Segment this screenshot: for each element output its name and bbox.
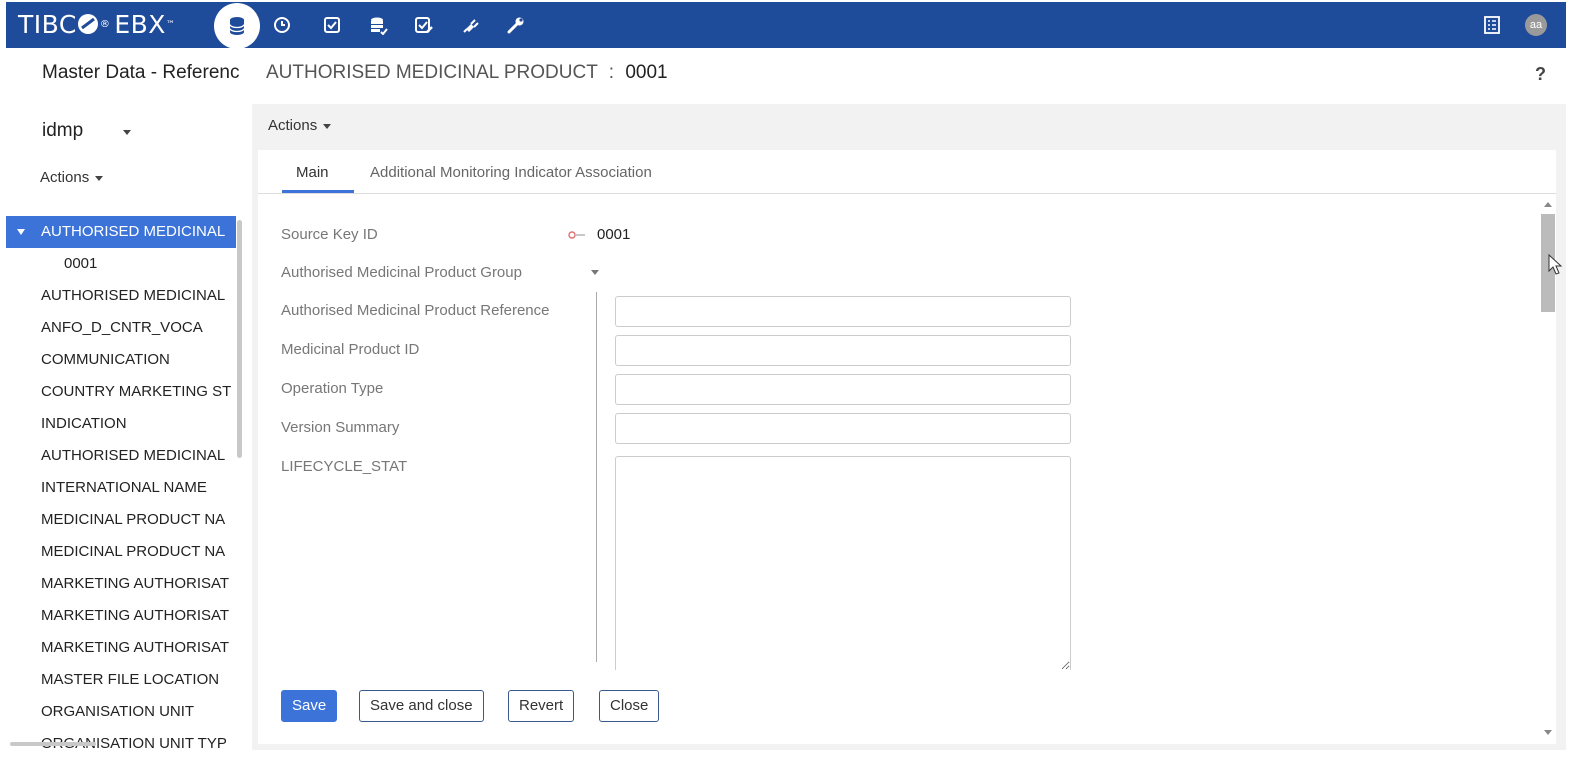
caret-down-icon: [323, 123, 332, 129]
form-vertical-scrollbar[interactable]: [1540, 194, 1556, 744]
sidebar-horizontal-scrollbar[interactable]: [10, 742, 96, 746]
page-title: AUTHORISED MEDICINAL PRODUCT : 0001: [266, 62, 668, 84]
plug-icon: [463, 19, 479, 33]
source-key-label: Source Key ID: [281, 226, 378, 243]
chevron-down-icon[interactable]: [123, 130, 131, 135]
caret-down-icon: [95, 175, 104, 181]
record-actions-menu[interactable]: Actions: [268, 117, 332, 134]
logo-reg: ®: [99, 19, 111, 30]
nav-workflow-button[interactable]: [406, 2, 442, 48]
logo-o-icon: [77, 14, 98, 34]
group-label: Authorised Medicinal Product Group: [281, 264, 522, 281]
product-reference-input[interactable]: [615, 296, 1071, 327]
close-button[interactable]: Close: [599, 690, 660, 722]
field-label: Version Summary: [281, 419, 400, 436]
tree-item[interactable]: INTERNATIONAL NAME: [6, 472, 236, 504]
medicinal-product-id-input[interactable]: [615, 335, 1071, 366]
main-panel: Actions Main Additional Monitoring Indic…: [252, 104, 1566, 750]
tab-additional-monitoring[interactable]: Additional Monitoring Indicator Associat…: [370, 164, 652, 181]
checkbox-icon: [324, 17, 340, 33]
tree-item[interactable]: MARKETING AUTHORISAT: [6, 632, 236, 664]
logo-text-ebx: EBX: [114, 10, 166, 39]
sidebar-vertical-scrollbar[interactable]: [237, 220, 242, 458]
scroll-down-icon[interactable]: [1544, 730, 1552, 735]
mouse-pointer-icon: [1548, 254, 1563, 275]
nav-data-button[interactable]: [214, 3, 260, 49]
tree-item-label: AUTHORISED MEDICINAL: [41, 223, 226, 240]
tree-item-authorised-medicinal-product[interactable]: AUTHORISED MEDICINAL: [6, 216, 236, 248]
operation-type-input[interactable]: [615, 374, 1071, 405]
tree-item[interactable]: INDICATION: [6, 408, 236, 440]
scroll-up-icon[interactable]: [1544, 202, 1552, 207]
lifecycle-label: LIFECYCLE_STAT: [281, 458, 408, 475]
field-label: Operation Type: [281, 380, 384, 397]
tree-item[interactable]: MEDICINAL PRODUCT NA: [6, 504, 236, 536]
record-form-card: Main Additional Monitoring Indicator Ass…: [258, 150, 1556, 744]
database-icon: [229, 17, 245, 35]
group-indent-line: [596, 292, 597, 662]
tab-bar: Main Additional Monitoring Indicator Ass…: [258, 150, 1556, 194]
record-id: 0001: [625, 62, 668, 83]
record-actions-label: Actions: [268, 117, 318, 134]
title-separator: :: [608, 62, 615, 83]
tibco-ebx-logo[interactable]: TIBC ® EBX™: [18, 9, 175, 41]
expand-triangle-icon[interactable]: [17, 229, 25, 235]
tree-item[interactable]: MASTER FILE LOCATION: [6, 664, 236, 696]
user-avatar[interactable]: aa: [1525, 14, 1547, 36]
nav-tasks-button[interactable]: [314, 2, 350, 48]
field-label: Authorised Medicinal Product Reference: [281, 302, 550, 319]
nav-dataworkflow-button[interactable]: [360, 2, 396, 48]
lifecycle-textarea[interactable]: [615, 456, 1071, 670]
version-summary-input[interactable]: [615, 413, 1071, 444]
tree-item[interactable]: AUTHORISED MEDICINAL: [6, 440, 236, 472]
sidebar: idmp Actions AUTHORISED MEDICINAL 0001 A…: [6, 104, 252, 750]
tree-item[interactable]: MARKETING AUTHORISAT: [6, 568, 236, 600]
form-footer: Save Save and close Revert Close: [258, 680, 1538, 744]
record-table-name: AUTHORISED MEDICINAL PRODUCT: [266, 62, 598, 83]
key-icon: [568, 231, 585, 239]
clock-icon: [274, 17, 290, 33]
logo-text: TIBC: [18, 10, 77, 39]
table-tree: AUTHORISED MEDICINAL 0001 AUTHORISED MED…: [6, 216, 236, 750]
nav-history-button[interactable]: [264, 2, 300, 48]
top-navigation-bar: TIBC ® EBX™ aa: [6, 2, 1566, 49]
sidebar-actions-label: Actions: [40, 169, 90, 186]
active-tab-indicator: [282, 190, 354, 193]
tree-item[interactable]: MEDICINAL PRODUCT NA: [6, 536, 236, 568]
group-collapse-icon[interactable]: [591, 270, 599, 275]
tree-item[interactable]: MARKETING AUTHORISAT: [6, 600, 236, 632]
tree-item[interactable]: COUNTRY MARKETING ST: [6, 376, 236, 408]
dataspace-selector[interactable]: idmp: [42, 120, 83, 142]
logo-trademark: ™: [165, 20, 176, 30]
tree-item[interactable]: ANFO_D_CNTR_VOCA: [6, 312, 236, 344]
nav-list-button[interactable]: [1474, 2, 1510, 48]
tree-item-record-0001[interactable]: 0001: [6, 248, 236, 280]
nav-integration-button[interactable]: [452, 2, 488, 48]
source-key-value: 0001: [597, 226, 631, 243]
nav-admin-button[interactable]: [498, 2, 534, 48]
dataset-title: Master Data - Referenc: [42, 62, 240, 83]
tree-item[interactable]: COMMUNICATION: [6, 344, 236, 376]
tree-item[interactable]: ORGANISATION UNIT: [6, 696, 236, 728]
tree-item[interactable]: AUTHORISED MEDICINAL: [6, 280, 236, 312]
field-label: Medicinal Product ID: [281, 341, 420, 358]
save-button[interactable]: Save: [281, 690, 338, 722]
tab-main[interactable]: Main: [296, 164, 329, 181]
tree-item[interactable]: ORGANISATION UNIT TYP: [6, 728, 236, 750]
task-check-icon: [415, 17, 433, 33]
revert-button[interactable]: Revert: [508, 690, 575, 722]
save-and-close-button[interactable]: Save and close: [359, 690, 484, 722]
list-icon: [1484, 16, 1500, 34]
help-button[interactable]: ?: [1535, 64, 1546, 85]
sidebar-actions-menu[interactable]: Actions: [40, 169, 104, 186]
data-workflow-icon: [371, 17, 388, 35]
wrench-icon: [507, 17, 524, 34]
